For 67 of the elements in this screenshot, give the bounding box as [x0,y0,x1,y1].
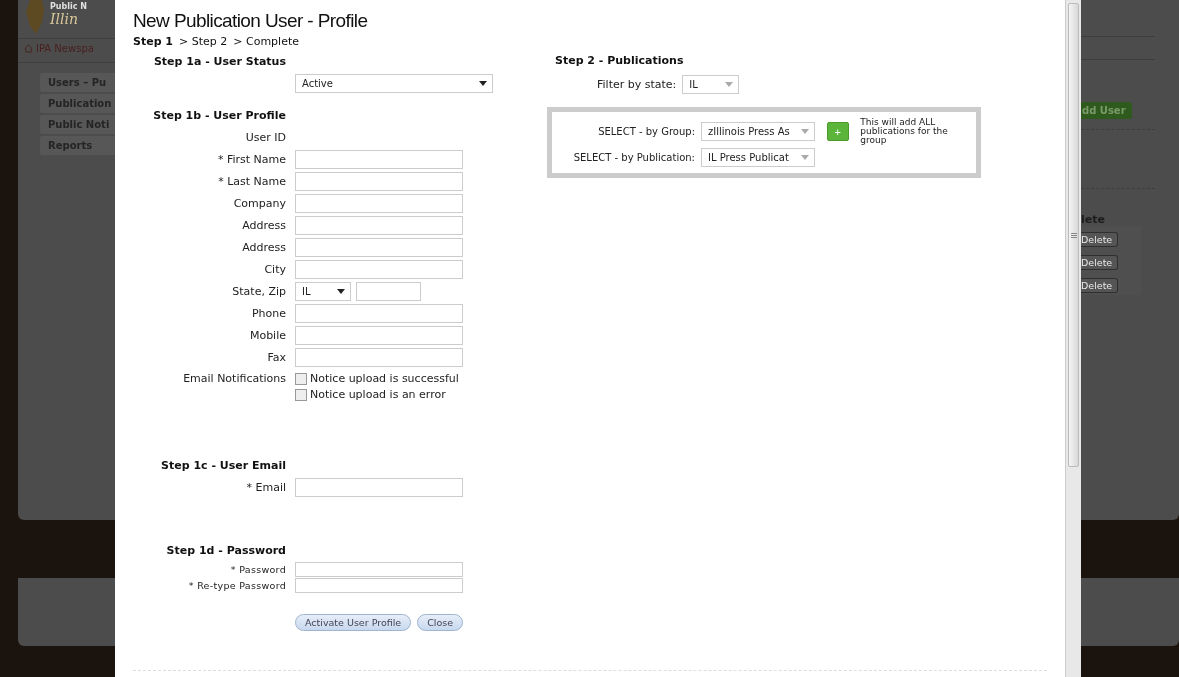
field-label: * First Name [216,152,286,166]
caret-icon [337,288,345,294]
field-label: * Re-type Password [187,579,286,591]
caret-icon [801,129,809,134]
section-heading: Step 1d - Password [165,543,286,557]
input-field[interactable] [295,193,463,213]
field-label: * Last Name [217,174,286,188]
checkbox[interactable] [295,372,307,385]
group-select[interactable]: zIllinois Press As [701,122,815,141]
password-field[interactable] [295,561,463,577]
field-label: SELECT - by Publication: [572,152,695,163]
input-field[interactable] [295,259,463,279]
delete-button[interactable]: Delete [1081,278,1119,293]
field-label: State, Zip [231,284,286,298]
field-label: Mobile [248,328,286,342]
grip-icon [1070,232,1077,238]
input-field[interactable] [295,215,463,235]
wizard-step: > Complete [233,35,299,48]
input-field[interactable] [295,347,463,367]
field-label: Company [232,196,286,210]
state-select[interactable]: IL [295,281,351,301]
caret-icon [725,82,734,87]
caret-icon [479,80,487,86]
checkbox-option[interactable]: Notice upload is an error [295,388,463,401]
input-field[interactable] [295,237,463,257]
field-label: Address [241,240,286,254]
delete-button[interactable]: Delete [1081,232,1119,247]
email-field[interactable] [295,477,463,497]
logo-text: Public N [50,2,87,11]
scrollbar[interactable] [1065,0,1081,677]
field-label: * Email [245,480,286,494]
field-label: Address [241,218,286,232]
field-label: * Password [229,563,286,575]
field-label: User ID [244,130,286,144]
section-heading: Step 1c - User Email [160,458,286,472]
wizard-step: Step 1 [133,35,173,48]
field-label: Phone [250,306,286,320]
logo-script: Illin [50,11,79,27]
input-field[interactable] [295,149,463,169]
zip-field[interactable] [356,281,421,301]
input-field[interactable] [295,303,463,323]
dialog-title: New Publication User - Profile [133,10,369,32]
state-map-icon [26,0,46,34]
delete-button[interactable]: Delete [1081,255,1119,270]
checkbox[interactable] [295,388,307,401]
section-heading: Step 1b - User Profile [152,108,286,122]
input-field[interactable] [295,171,463,191]
state-filter-select[interactable]: IL [682,75,740,94]
section-heading: Step 1a - User Status [152,54,286,68]
home-icon [24,44,33,53]
close-button[interactable]: Close [417,613,464,631]
field-label: Fax [266,350,286,364]
field-label: City [263,262,286,276]
caret-icon [801,155,809,160]
field-label: Filter by state: [597,78,677,91]
section-heading: Step 2 - Publications [555,54,685,67]
input-field[interactable] [295,325,463,345]
wizard-step: > Step 2 [179,35,228,48]
activate-button[interactable]: Activate User Profile [295,613,412,631]
checkbox-option[interactable]: Notice upload is successful [295,372,463,385]
status-select[interactable]: Active [295,73,493,93]
password-field[interactable] [295,577,463,593]
publication-select[interactable]: IL Press Publicat [701,148,815,167]
field-label: Email Notifications [182,372,286,385]
scroll-thumb[interactable] [1068,3,1079,467]
hint-text: This will add ALL publications for the group [860,118,949,145]
field-label: SELECT - by Group: [597,126,695,137]
